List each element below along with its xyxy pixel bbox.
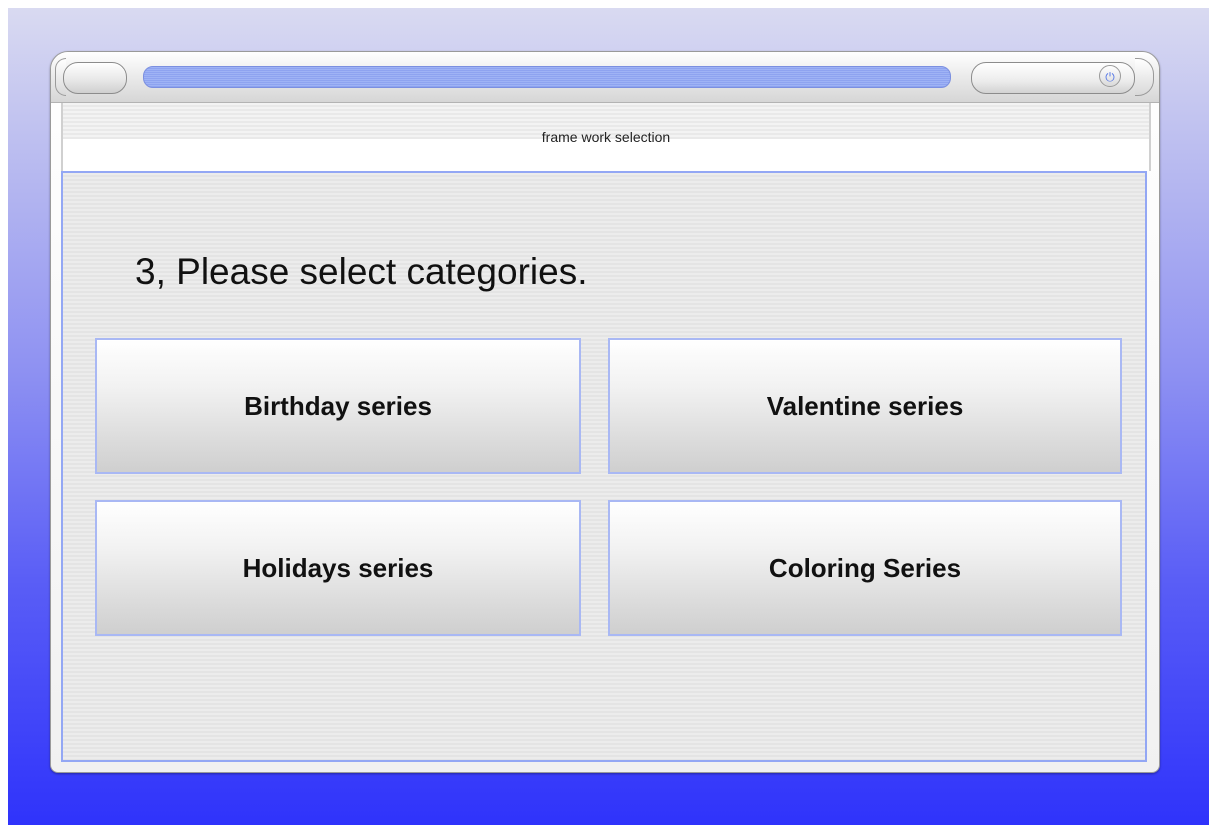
title-bar-progress [143, 66, 951, 88]
birthday-series-button[interactable]: Birthday series [95, 338, 581, 474]
title-bar-right-cap [1135, 58, 1154, 96]
window-header: frame work selection [61, 103, 1151, 171]
button-label: Holidays series [242, 552, 434, 583]
title-bar: ⏻ [51, 52, 1159, 103]
power-glyph: ⏻ [1105, 70, 1115, 84]
page-prompt: 3, Please select categories. [135, 251, 588, 292]
window-title: frame work selection [541, 129, 671, 145]
coloring-series-button[interactable]: Coloring Series [608, 500, 1122, 636]
holidays-series-button[interactable]: Holidays series [95, 500, 581, 636]
button-label: Valentine series [766, 390, 964, 421]
window-menu-button[interactable] [63, 62, 127, 94]
main-content: 3, Please select categories. Birthday se… [61, 171, 1147, 762]
button-label: Birthday series [244, 390, 432, 421]
app-window: ⏻ frame work selection 3, Please select … [50, 51, 1160, 773]
button-label: Coloring Series [768, 552, 962, 583]
power-icon[interactable]: ⏻ [1099, 65, 1121, 87]
valentine-series-button[interactable]: Valentine series [608, 338, 1122, 474]
